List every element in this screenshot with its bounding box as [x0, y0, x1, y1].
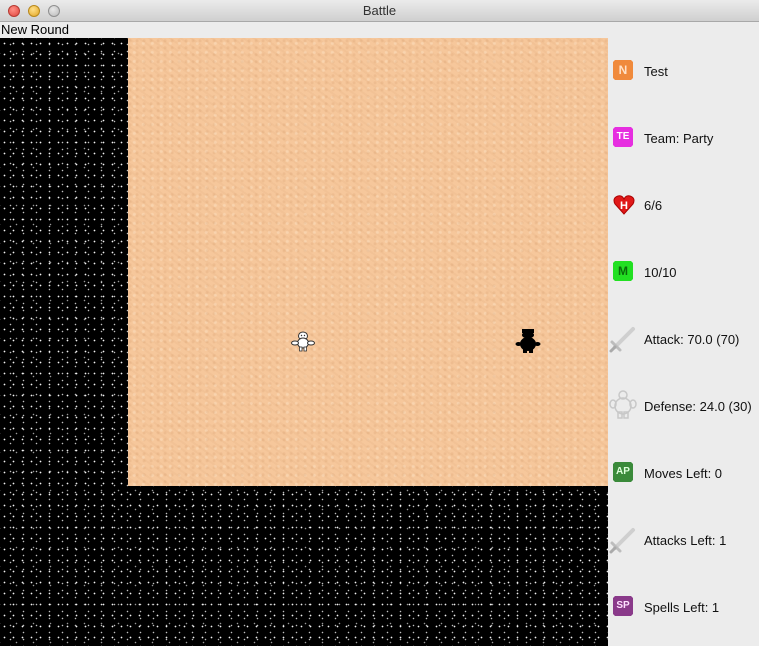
stat-health: H 6/6	[608, 191, 759, 221]
svg-text:H: H	[620, 200, 628, 212]
attack-value: Attack: 70.0 (70)	[644, 332, 740, 347]
stat-mana: M 10/10	[608, 258, 759, 288]
stat-defense: Defense: 24.0 (30)	[608, 390, 759, 422]
sword-icon	[609, 526, 637, 554]
team-label: Team: Party	[644, 131, 714, 146]
title-bar: Battle	[0, 0, 759, 22]
player-unit[interactable]	[291, 331, 315, 353]
team-badge-icon: TE	[613, 127, 635, 149]
mana-badge-icon: M	[613, 261, 635, 283]
stat-attacks: Attacks Left: 1	[608, 526, 759, 556]
armor-icon	[609, 390, 637, 420]
heart-icon: H	[613, 194, 635, 216]
enemy-unit[interactable]	[515, 328, 541, 356]
window-title: Battle	[362, 3, 397, 18]
stat-team: TE Team: Party	[608, 124, 759, 154]
sword-icon	[609, 325, 637, 353]
new-round-menu-item[interactable]: New Round	[1, 23, 69, 37]
menu-bar: New Round	[0, 22, 759, 38]
stat-attack: Attack: 70.0 (70)	[608, 325, 759, 355]
mana-value: 10/10	[644, 265, 677, 280]
health-value: 6/6	[644, 198, 663, 213]
stat-spells: SP Spells Left: 1	[608, 593, 759, 623]
action-points-badge-icon: AP	[613, 462, 635, 484]
attacks-left-value: Attacks Left: 1	[644, 533, 727, 548]
name-badge-icon: N	[613, 60, 635, 82]
stat-name: N Test	[608, 57, 759, 87]
defense-value: Defense: 24.0 (30)	[644, 399, 752, 414]
spell-points-badge-icon: SP	[613, 596, 635, 618]
stat-moves: AP Moves Left: 0	[608, 459, 759, 489]
unit-name: Test	[644, 64, 668, 79]
moves-left-value: Moves Left: 0	[644, 466, 723, 481]
battle-arena[interactable]	[128, 38, 608, 486]
spells-left-value: Spells Left: 1	[644, 600, 720, 615]
unit-stats-panel: N Test TE Team: Party H 6/6 M 10/10 Atta…	[608, 38, 759, 646]
